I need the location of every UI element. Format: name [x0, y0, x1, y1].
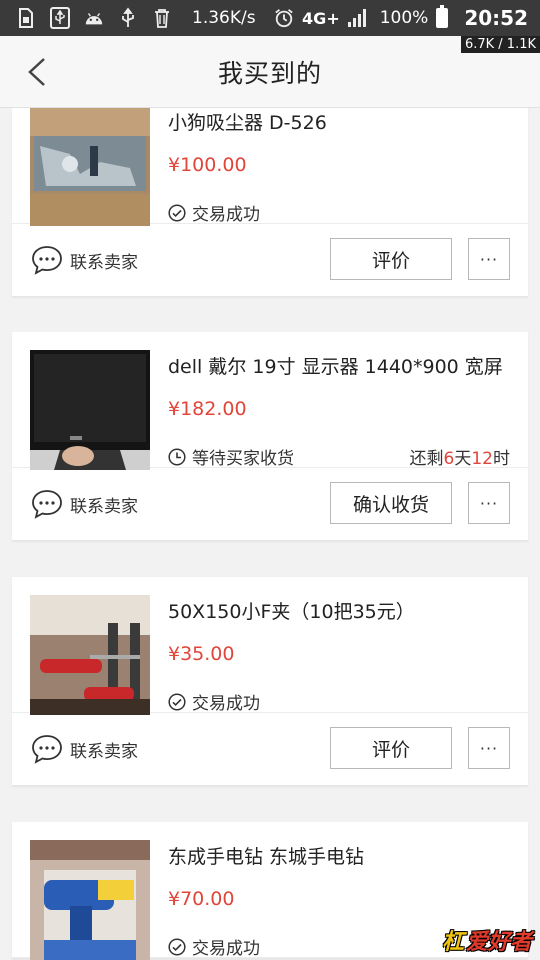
remaining-time: 还剩6天12时 — [409, 449, 510, 469]
product-title: 东成手电钻 东城手电钻 — [168, 846, 365, 868]
order-list[interactable]: 小狗吸尘器 D-526 ¥100.00 交易成功 联系卖家 评价 ··· del… — [0, 108, 540, 960]
check-circle-icon — [168, 203, 186, 222]
contact-seller-button[interactable]: 联系卖家 — [30, 733, 138, 765]
sim-icon — [16, 7, 36, 29]
chevron-left-icon — [28, 58, 45, 86]
signal-icon — [347, 9, 366, 27]
status-bar: 1.36K/s 4G+ 100% 20:52 — [0, 0, 540, 36]
order-status: 交易成功 — [168, 689, 260, 714]
usb-icon — [50, 7, 70, 29]
status-text: 交易成功 — [192, 694, 260, 714]
review-button[interactable]: 评价 — [330, 238, 452, 280]
product-price: ¥35.00 — [168, 643, 235, 665]
contact-label: 联系卖家 — [70, 741, 138, 762]
usb-debug-icon — [118, 7, 138, 29]
order-card: 50X150小F夹（10把35元） ¥35.00 交易成功 联系卖家 评价 ··… — [12, 577, 528, 786]
more-button[interactable]: ··· — [468, 482, 510, 524]
watermark-logo: 杠 爱好者 — [441, 930, 532, 955]
status-text: 交易成功 — [192, 205, 260, 225]
status-text: 交易成功 — [192, 939, 260, 959]
chat-bubble-icon — [32, 490, 62, 519]
order-status: 交易成功 — [168, 200, 260, 225]
product-image — [30, 108, 150, 226]
order-actions: 联系卖家 评价 ··· — [12, 224, 528, 296]
network-speed: 1.36K/s — [192, 8, 256, 28]
trash-icon — [152, 7, 172, 29]
order-status: 交易成功 — [168, 934, 260, 959]
review-button[interactable]: 评价 — [330, 727, 452, 769]
order-card: dell 戴尔 19寸 显示器 1440*900 宽屏 ¥182.00 等待买家… — [12, 332, 528, 541]
check-circle-icon — [168, 692, 186, 711]
network-type: 4G+ — [302, 8, 340, 28]
order-info[interactable]: dell 戴尔 19寸 显示器 1440*900 宽屏 ¥182.00 等待买家… — [12, 332, 528, 470]
order-card: 小狗吸尘器 D-526 ¥100.00 交易成功 联系卖家 评价 ··· — [12, 108, 528, 297]
product-title: dell 戴尔 19寸 显示器 1440*900 宽屏 — [168, 356, 503, 378]
product-image — [30, 350, 150, 470]
order-actions: 联系卖家 评价 ··· — [12, 713, 528, 785]
product-image — [30, 840, 150, 960]
check-circle-icon — [168, 937, 186, 956]
product-title: 小狗吸尘器 D-526 — [168, 112, 327, 134]
contact-seller-button[interactable]: 联系卖家 — [30, 488, 138, 520]
product-title: 50X150小F夹（10把35元） — [168, 601, 415, 623]
battery-icon — [436, 5, 449, 28]
chat-bubble-icon — [32, 246, 62, 275]
page-title: 我买到的 — [217, 58, 322, 88]
chat-bubble-icon — [32, 735, 62, 764]
contact-label: 联系卖家 — [70, 252, 138, 273]
order-info[interactable]: 50X150小F夹（10把35元） ¥35.00 交易成功 — [12, 577, 528, 715]
more-button[interactable]: ··· — [468, 238, 510, 280]
clock-icon — [168, 447, 186, 466]
battery-level: 100% — [379, 8, 429, 28]
order-info[interactable]: 小狗吸尘器 D-526 ¥100.00 交易成功 — [12, 108, 528, 226]
product-price: ¥100.00 — [168, 154, 247, 176]
order-status: 等待买家收货 — [168, 444, 294, 469]
confirm-receipt-button[interactable]: 确认收货 — [330, 482, 452, 524]
alarm-icon — [274, 7, 294, 29]
android-icon — [84, 7, 104, 29]
product-price: ¥182.00 — [168, 398, 247, 420]
traffic-overlay: 6.7K / 1.1K — [460, 36, 540, 53]
app-header: 我买到的 — [0, 36, 540, 108]
contact-seller-button[interactable]: 联系卖家 — [30, 244, 138, 276]
status-text: 等待买家收货 — [192, 449, 294, 469]
order-actions: 联系卖家 确认收货 ··· — [12, 468, 528, 540]
contact-label: 联系卖家 — [70, 496, 138, 517]
product-price: ¥70.00 — [168, 888, 235, 910]
product-image — [30, 595, 150, 715]
back-button[interactable] — [22, 56, 52, 88]
clock-time: 20:52 — [464, 6, 528, 30]
more-button[interactable]: ··· — [468, 727, 510, 769]
